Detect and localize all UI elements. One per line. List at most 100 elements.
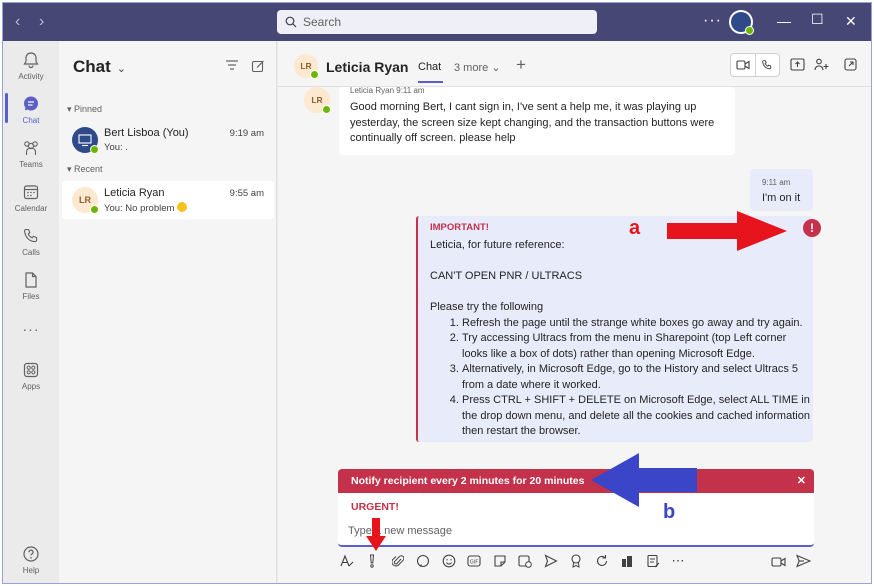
- video-clip-icon[interactable]: [770, 552, 788, 570]
- app-rail: Activity Chat Teams Calendar Calls Files…: [3, 41, 59, 583]
- chevron-down-icon: ⌄: [116, 63, 126, 75]
- importance-icon[interactable]: [363, 552, 381, 570]
- title-bar: ‹ › Search ··· — ☐ ✕: [3, 3, 871, 41]
- rail-item-apps[interactable]: Apps: [3, 361, 59, 391]
- add-tab-button[interactable]: +: [516, 55, 526, 75]
- attach-icon[interactable]: [389, 552, 407, 570]
- step-item: Try accessing Ultracs from the menu in S…: [462, 331, 810, 362]
- header-avatar[interactable]: LR: [294, 54, 319, 79]
- rail-item-files[interactable]: Files: [3, 271, 59, 301]
- rail-label: Help: [22, 566, 40, 575]
- rail-item-chat[interactable]: Chat: [3, 95, 59, 125]
- rail-item-help[interactable]: Help: [3, 545, 59, 575]
- avatar: [72, 127, 99, 154]
- pop-out-icon[interactable]: [844, 58, 857, 74]
- tab-chat[interactable]: Chat: [418, 61, 441, 73]
- profile-avatar[interactable]: [729, 10, 754, 35]
- header-avatar-initials: LR: [300, 61, 312, 71]
- presence-available-icon: [745, 26, 754, 35]
- search-placeholder: Search: [303, 15, 342, 29]
- incoming-message: Leticia Ryan 9:11 am Good morning Bert, …: [339, 86, 735, 155]
- rail-more-apps[interactable]: ···: [3, 321, 59, 337]
- chat-row-name: Bert Lisboa (You): [104, 127, 189, 139]
- compose-box: Notify recipient every 2 minutes for 20 …: [338, 469, 814, 547]
- bell-icon: [23, 52, 39, 69]
- close-icon[interactable]: ✕: [797, 469, 806, 493]
- gif-icon[interactable]: GIF: [465, 552, 483, 570]
- forward-arrow-icon[interactable]: ›: [39, 13, 44, 31]
- praise-icon[interactable]: [567, 552, 585, 570]
- important-alert-icon: !: [803, 219, 821, 237]
- more-tabs-dropdown[interactable]: 3 more ⌄: [454, 61, 501, 74]
- audio-call-button[interactable]: [756, 54, 780, 76]
- chat-row-preview-wrap: You: No problem: [104, 202, 188, 214]
- chat-row-preview: You: No problem: [104, 203, 175, 214]
- rail-item-activity[interactable]: Activity: [3, 51, 59, 81]
- rail-item-calendar[interactable]: Calendar: [3, 183, 59, 213]
- send-icon[interactable]: [794, 552, 812, 570]
- chat-row-name: Leticia Ryan: [104, 187, 165, 199]
- rail-label: Files: [22, 292, 40, 301]
- minimize-icon[interactable]: —: [777, 13, 791, 29]
- rail-label: Calendar: [14, 204, 48, 213]
- important-intro: Please try the following: [430, 301, 544, 313]
- notify-text: Notify recipient every 2 minutes for 20 …: [351, 475, 585, 487]
- chat-icon: [24, 96, 38, 111]
- maximize-icon[interactable]: ☐: [811, 11, 824, 28]
- avatar-initials: LR: [79, 195, 91, 205]
- annotation-label-b: b: [663, 501, 676, 523]
- back-arrow-icon[interactable]: ‹: [15, 13, 20, 31]
- new-chat-icon[interactable]: [251, 59, 265, 76]
- section-recent-label: Recent: [74, 164, 103, 174]
- message-input[interactable]: [348, 522, 804, 540]
- annotation-arrow-red-down: [366, 518, 386, 551]
- presence-available-icon: [310, 70, 319, 79]
- schedule-meeting-icon[interactable]: [516, 552, 534, 570]
- send-later-icon[interactable]: [542, 552, 560, 570]
- close-window-icon[interactable]: ✕: [845, 13, 857, 30]
- rail-label: Calls: [22, 248, 40, 257]
- rail-label: Activity: [18, 72, 44, 81]
- refresh-icon[interactable]: [593, 552, 611, 570]
- message-avatar: LR: [304, 87, 331, 114]
- rail-item-calls[interactable]: Calls: [3, 227, 59, 257]
- calendar-icon: [23, 185, 39, 200]
- section-pinned[interactable]: ▾ Pinned: [67, 104, 102, 115]
- rail-label: Chat: [22, 116, 40, 125]
- apps-icon: [23, 362, 39, 378]
- section-recent[interactable]: ▾ Recent: [67, 164, 103, 175]
- more-options-icon[interactable]: ⋯: [669, 552, 687, 570]
- smiley-emoji-icon: [177, 202, 188, 212]
- chat-row-bert[interactable]: Bert Lisboa (You) You: . 9:19 am: [62, 121, 274, 159]
- filter-icon[interactable]: [225, 59, 239, 74]
- rail-item-teams[interactable]: Teams: [3, 139, 59, 169]
- forms-icon[interactable]: [644, 552, 662, 570]
- share-screen-icon[interactable]: [790, 58, 805, 74]
- chat-row-leticia[interactable]: LR Leticia Ryan You: No problem 9:55 am: [62, 181, 274, 219]
- chat-list-title[interactable]: Chat ⌄: [73, 57, 126, 77]
- conversation-title: Leticia Ryan: [326, 59, 409, 75]
- format-icon[interactable]: [338, 552, 356, 570]
- emoji-icon[interactable]: [440, 552, 458, 570]
- notify-banner: Notify recipient every 2 minutes for 20 …: [338, 469, 814, 493]
- teams-window: ‹ › Search ··· — ☐ ✕ Activity Chat Teams: [2, 2, 872, 584]
- chat-row-time: 9:55 am: [229, 188, 264, 199]
- message-time: 9:11 am: [762, 178, 791, 187]
- chat-list-title-text: Chat: [73, 57, 111, 76]
- video-call-button[interactable]: [731, 54, 756, 76]
- section-pinned-label: Pinned: [74, 104, 103, 114]
- presence-available-icon: [90, 145, 99, 154]
- annotation-arrow-red-right: [667, 211, 787, 251]
- app-tile-icon[interactable]: [618, 552, 636, 570]
- step-item: Refresh the page until the strange white…: [462, 316, 810, 332]
- sticker-icon[interactable]: [491, 552, 509, 570]
- annotation-arrow-blue-left: [591, 453, 697, 507]
- rail-label: Apps: [21, 382, 41, 391]
- search-box[interactable]: Search: [277, 10, 597, 34]
- settings-more-button[interactable]: ···: [703, 12, 722, 30]
- add-people-icon[interactable]: [814, 58, 829, 74]
- important-label: IMPORTANT!: [430, 222, 489, 233]
- loop-icon[interactable]: [414, 552, 432, 570]
- compose-toolbar: GIF ⋯: [338, 552, 814, 572]
- outgoing-message: 9:11 am I'm on it: [750, 169, 813, 211]
